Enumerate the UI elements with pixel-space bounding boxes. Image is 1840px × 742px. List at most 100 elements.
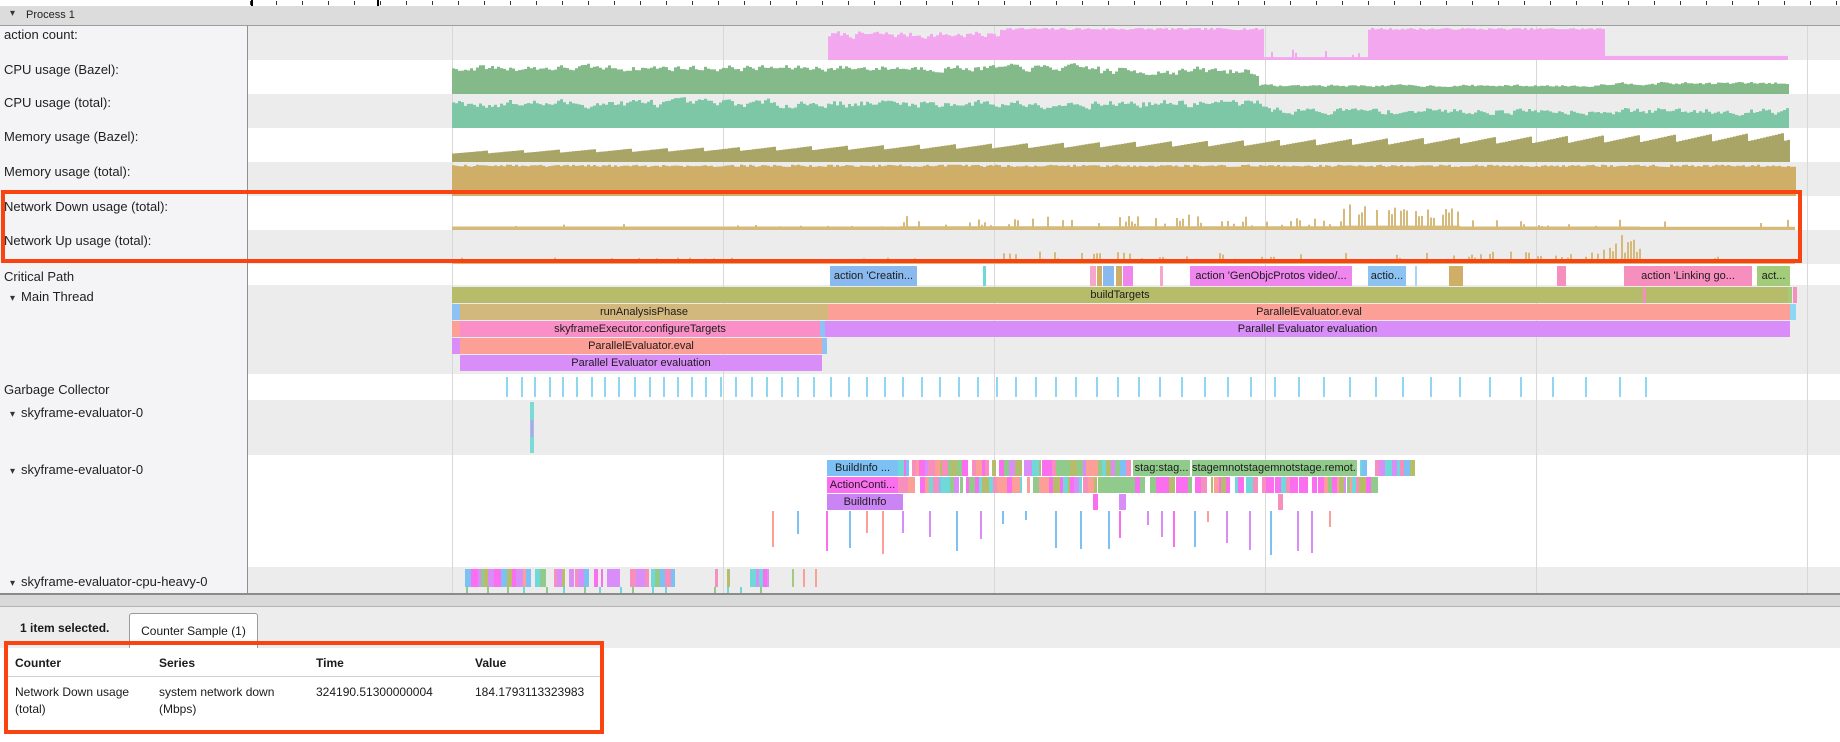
gc-tick[interactable] bbox=[958, 377, 960, 397]
timeline-slice-tick[interactable] bbox=[1788, 287, 1792, 303]
dense-slice[interactable] bbox=[1169, 477, 1176, 493]
timeline-slice-tick[interactable] bbox=[1053, 460, 1070, 476]
gc-tick[interactable] bbox=[1274, 377, 1276, 397]
gc-tick[interactable] bbox=[1489, 377, 1491, 397]
dense-slice[interactable] bbox=[1032, 460, 1039, 476]
tab-counter-sample[interactable]: Counter Sample (1) bbox=[129, 613, 258, 649]
track-label-skyframe-evaluator-0[interactable]: ▾skyframe-evaluator-0 bbox=[10, 405, 143, 421]
timeline-slice-tick[interactable] bbox=[1557, 266, 1566, 286]
gc-tick[interactable] bbox=[1459, 377, 1461, 397]
hanging-tick[interactable] bbox=[866, 511, 868, 533]
gc-tick[interactable] bbox=[781, 377, 783, 397]
hanging-tick[interactable] bbox=[826, 511, 828, 551]
timeline-slice-tick[interactable] bbox=[1160, 266, 1163, 286]
gc-tick[interactable] bbox=[1619, 377, 1621, 397]
hanging-tick[interactable] bbox=[1297, 511, 1299, 551]
gc-tick[interactable] bbox=[813, 377, 815, 397]
dense-slice[interactable] bbox=[1359, 477, 1366, 493]
hanging-tick[interactable] bbox=[956, 511, 958, 551]
timeline-slice[interactable]: buildTargets bbox=[452, 287, 1788, 303]
dense-slice[interactable] bbox=[1053, 477, 1060, 493]
gc-tick[interactable] bbox=[591, 377, 593, 397]
gc-tick[interactable] bbox=[618, 377, 620, 397]
counter-chart-net_up[interactable] bbox=[248, 230, 1840, 264]
gc-tick[interactable] bbox=[1298, 377, 1300, 397]
gc-tick[interactable] bbox=[797, 377, 799, 397]
gc-tick[interactable] bbox=[1015, 377, 1017, 397]
timeline-slice[interactable]: skyframeExecutor.configureTargets bbox=[460, 321, 820, 337]
dense-slice[interactable] bbox=[985, 460, 989, 476]
track-label-skyframe-evaluator-0[interactable]: ▾skyframe-evaluator-0 bbox=[10, 462, 143, 478]
panel-divider[interactable] bbox=[0, 593, 1840, 607]
timeline-slice[interactable]: BuildInfo ... bbox=[827, 460, 898, 476]
timeline-slice-tick[interactable] bbox=[531, 420, 533, 437]
gc-tick[interactable] bbox=[1159, 377, 1161, 397]
timeline-slice-tick[interactable] bbox=[727, 569, 730, 587]
timeline-slice-tick[interactable] bbox=[452, 338, 460, 354]
gc-tick[interactable] bbox=[521, 377, 523, 397]
gc-tick[interactable] bbox=[649, 377, 651, 397]
dense-slice[interactable] bbox=[767, 569, 769, 587]
gc-tick[interactable] bbox=[1204, 377, 1206, 397]
hanging-tick[interactable] bbox=[1249, 511, 1251, 550]
timeline-slice[interactable]: action 'GenObjcProtos video/... bbox=[1190, 266, 1352, 286]
dense-slice[interactable] bbox=[1027, 477, 1031, 493]
timeline-slice-tick[interactable] bbox=[715, 569, 718, 587]
collapse-arrow-icon[interactable]: ▾ bbox=[10, 578, 15, 589]
hanging-tick[interactable] bbox=[902, 511, 904, 533]
dense-slice[interactable] bbox=[1246, 477, 1253, 493]
gc-tick[interactable] bbox=[751, 377, 753, 397]
gc-tick[interactable] bbox=[1181, 377, 1183, 397]
gc-tick[interactable] bbox=[1055, 377, 1057, 397]
gc-tick[interactable] bbox=[939, 377, 941, 397]
dense-slice[interactable] bbox=[906, 460, 909, 476]
dense-slice[interactable] bbox=[1371, 477, 1378, 493]
hanging-tick[interactable] bbox=[1055, 511, 1057, 548]
dense-slice[interactable] bbox=[471, 569, 478, 587]
dense-slice[interactable] bbox=[1385, 460, 1392, 476]
timeline-slice-tick[interactable] bbox=[983, 266, 986, 286]
hanging-tick[interactable] bbox=[772, 511, 774, 547]
dense-slice[interactable] bbox=[584, 569, 589, 587]
hanging-tick[interactable] bbox=[1194, 511, 1196, 547]
gc-tick[interactable] bbox=[1250, 377, 1252, 397]
gc-tick[interactable] bbox=[663, 377, 665, 397]
timeline-slice[interactable]: Parallel Evaluator evaluation bbox=[825, 321, 1790, 337]
dense-slice[interactable] bbox=[1238, 477, 1244, 493]
timeline-slice[interactable]: ParallelEvaluator.eval bbox=[460, 338, 822, 354]
gc-tick[interactable] bbox=[1402, 377, 1404, 397]
gc-tick[interactable] bbox=[921, 377, 923, 397]
counter-chart-cpu_bazel[interactable] bbox=[248, 60, 1840, 94]
hanging-tick[interactable] bbox=[1173, 511, 1175, 547]
dense-slice[interactable] bbox=[1362, 460, 1367, 476]
gc-tick[interactable] bbox=[1035, 377, 1037, 397]
gc-tick[interactable] bbox=[1349, 377, 1351, 397]
gc-tick[interactable] bbox=[902, 377, 904, 397]
dense-slice[interactable] bbox=[1088, 477, 1095, 493]
hanging-tick[interactable] bbox=[1002, 511, 1004, 524]
counter-chart-net_down[interactable] bbox=[248, 196, 1840, 230]
collapse-arrow-icon[interactable]: ▾ bbox=[10, 293, 15, 304]
track-label-main-thread[interactable]: ▾Main Thread bbox=[10, 289, 94, 305]
timeline-slice-tick[interactable] bbox=[1123, 266, 1133, 286]
gc-tick[interactable] bbox=[534, 377, 536, 397]
gc-tick[interactable] bbox=[720, 377, 722, 397]
table-cell[interactable]: 184.1793113323983 bbox=[475, 684, 584, 701]
timeline-slice-tick[interactable] bbox=[452, 321, 460, 337]
hanging-tick[interactable] bbox=[882, 511, 884, 554]
dense-slice[interactable] bbox=[1410, 460, 1415, 476]
gc-tick[interactable] bbox=[1430, 377, 1432, 397]
gc-tick[interactable] bbox=[705, 377, 707, 397]
timeline-slice[interactable]: action 'Linking go... bbox=[1624, 266, 1752, 286]
timeline-slice-tick[interactable] bbox=[1643, 287, 1646, 303]
timeline-slice-tick[interactable] bbox=[792, 569, 794, 587]
timeline-slice[interactable]: runAnalysisPhase bbox=[460, 304, 828, 320]
dense-slice[interactable] bbox=[526, 569, 532, 587]
dense-slice[interactable] bbox=[1093, 494, 1099, 510]
hanging-tick[interactable] bbox=[1226, 511, 1228, 543]
gc-tick[interactable] bbox=[735, 377, 737, 397]
dense-slice[interactable] bbox=[1120, 460, 1126, 476]
timeline-slice-tick[interactable] bbox=[1790, 304, 1796, 320]
timeline-slice[interactable]: BuildInfo bbox=[827, 494, 903, 510]
dense-slice[interactable] bbox=[1015, 460, 1022, 476]
